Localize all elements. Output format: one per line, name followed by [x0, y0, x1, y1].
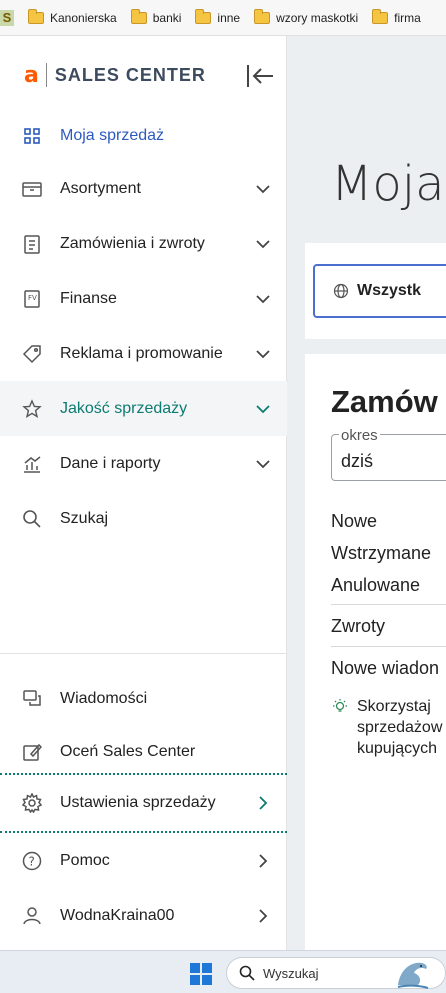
- row-divider: [331, 646, 446, 647]
- sidebar-item-label: Reklama i promowanie: [60, 344, 223, 362]
- folder-icon: [195, 8, 212, 24]
- sidebar-item-label: Oceń Sales Center: [60, 742, 196, 760]
- sidebar-item-szukaj[interactable]: Szukaj: [0, 491, 287, 546]
- sidebar-divider: [0, 653, 287, 654]
- search-icon: [239, 965, 255, 981]
- sidebar-item-label: Pomoc: [60, 851, 110, 869]
- bookmarks-bar: S Kanonierska banki inne wzory maskotki …: [0, 0, 446, 36]
- tip-text: Skorzystaj sprzedażow kupujących: [357, 698, 443, 757]
- invoice-icon: FV: [24, 289, 40, 308]
- sidebar-item-label: Asortyment: [60, 179, 141, 197]
- edit-icon: [23, 743, 42, 761]
- chevron-right-icon: [259, 796, 268, 810]
- bookmark-banki[interactable]: banki: [130, 8, 181, 25]
- sidebar-item-asortyment[interactable]: Asortyment: [0, 161, 287, 216]
- sidebar-item-label: Jakość sprzedaży: [60, 399, 188, 417]
- row-nowe[interactable]: Nowe: [331, 511, 377, 532]
- chart-icon: [24, 455, 41, 473]
- chevron-down-icon: [256, 184, 270, 193]
- logo-separator: [45, 63, 47, 87]
- search-icon: [23, 509, 41, 528]
- period-value: dziś: [341, 451, 374, 471]
- inventory-icon: [22, 181, 42, 197]
- sidebar-item-reklama[interactable]: Reklama i promowanie: [0, 326, 287, 381]
- chevron-right-icon: [259, 853, 268, 868]
- svg-text:FV: FV: [28, 294, 37, 302]
- logo-letter: a: [24, 62, 39, 88]
- logo[interactable]: a SALES CENTER: [0, 36, 286, 114]
- chevron-down-icon: [256, 404, 270, 413]
- tag-icon: [22, 344, 41, 363]
- page-title: Moja: [331, 156, 445, 212]
- sidebar-item-dane-i-raporty[interactable]: Dane i raporty: [0, 436, 287, 491]
- orders-icon: [24, 234, 40, 254]
- star-icon: [22, 398, 42, 418]
- sidebar-item-jakosc-sprzedazy[interactable]: Jakość sprzedaży: [0, 381, 287, 436]
- tab-all-label: Wszystk: [357, 282, 422, 299]
- chat-icon: [23, 689, 41, 706]
- bookmark-inne[interactable]: inne: [195, 8, 240, 25]
- folder-icon: [130, 8, 147, 24]
- bookmark-firma[interactable]: firma: [372, 8, 421, 25]
- sidebar-item-ustawienia-sprzedazy[interactable]: Ustawienia sprzedaży: [0, 773, 287, 833]
- row-nowe-wiadomosci[interactable]: Nowe wiadon: [331, 658, 439, 679]
- orders-title: Zamów: [331, 384, 438, 419]
- sidebar-item-wiadomosci[interactable]: Wiadomości: [0, 671, 287, 726]
- sidebar-item-label: Zamówienia i zwroty: [60, 234, 205, 252]
- sidebar-item-label: Dane i raporty: [60, 454, 161, 472]
- sidebar-item-moja-sprzedaz[interactable]: Moja sprzedaż: [0, 108, 287, 163]
- row-zwroty[interactable]: Zwroty: [331, 616, 385, 637]
- help-icon: ?: [22, 851, 42, 870]
- folder-icon: [28, 8, 44, 24]
- chevron-right-icon: [259, 908, 268, 923]
- taskbar-search-placeholder: Wyszukaj: [263, 965, 319, 981]
- svg-text:?: ?: [29, 854, 35, 868]
- taskbar: Wyszukaj: [0, 950, 446, 993]
- collapse-sidebar-icon[interactable]: [245, 63, 275, 89]
- chevron-down-icon: [256, 349, 270, 358]
- chevron-down-icon: [256, 239, 270, 248]
- grid-icon: [24, 127, 40, 144]
- chevron-down-icon: [256, 459, 270, 468]
- dolphin-icon: [397, 962, 429, 989]
- sidebar-item-pomoc[interactable]: ? Pomoc: [0, 833, 287, 888]
- sidebar-item-label: Ustawienia sprzedaży: [60, 794, 216, 811]
- period-label: okres: [339, 427, 380, 444]
- user-icon: [23, 906, 41, 924]
- main-content: Moja Wszystk Zamów okres dziś Nowe Wstrz…: [287, 36, 446, 950]
- bookmark-app-icon[interactable]: S: [0, 9, 14, 26]
- sidebar-item-label: Finanse: [60, 289, 117, 307]
- gear-icon: [22, 793, 42, 813]
- sidebar-item-label: Moja sprzedaż: [60, 126, 165, 144]
- sidebar-item-finanse[interactable]: FV Finanse: [0, 271, 287, 326]
- globe-icon: [333, 283, 349, 299]
- row-divider: [331, 604, 446, 605]
- logo-text: SALES CENTER: [54, 64, 206, 85]
- lightbulb-icon: [333, 699, 347, 712]
- sidebar-item-label: WodnaKraina00: [60, 906, 175, 924]
- sidebar-item-label: Szukaj: [60, 509, 109, 527]
- row-anulowane[interactable]: Anulowane: [331, 575, 420, 596]
- sidebar-item-user-account[interactable]: WodnaKraina00: [0, 888, 287, 943]
- sidebar: a SALES CENTER Moja sprzedaż Asortyment …: [0, 36, 287, 950]
- row-wstrzymane[interactable]: Wstrzymane: [331, 543, 431, 564]
- sidebar-item-label: Wiadomości: [60, 689, 148, 707]
- chevron-down-icon: [256, 294, 270, 303]
- bookmark-kanonierska[interactable]: Kanonierska: [28, 8, 117, 25]
- sidebar-item-ocen-sales-center[interactable]: Oceń Sales Center: [0, 724, 287, 779]
- windows-start-icon[interactable]: [190, 963, 212, 985]
- folder-icon: [372, 8, 389, 24]
- sidebar-item-zamowienia[interactable]: Zamówienia i zwroty: [0, 216, 287, 271]
- tab-all[interactable]: Wszystk: [313, 264, 446, 318]
- bookmark-wzory-maskotki[interactable]: wzory maskotki: [254, 8, 358, 25]
- folder-icon: [254, 8, 271, 24]
